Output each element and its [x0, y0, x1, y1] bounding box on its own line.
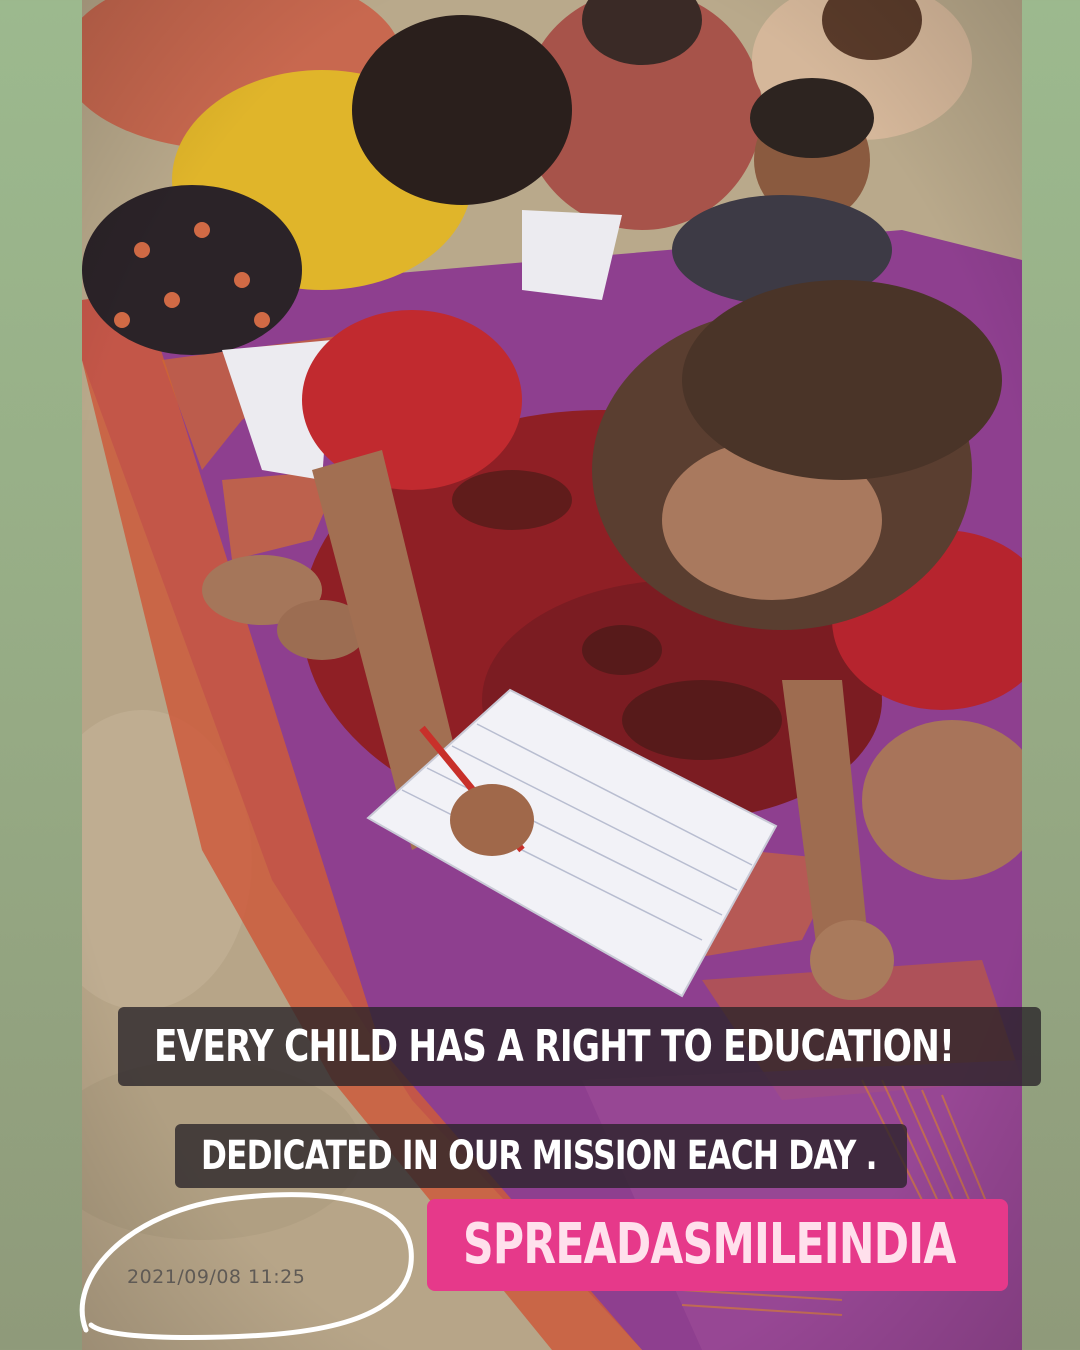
- hashtag-badge: SPREADASMILEINDIA: [427, 1199, 1008, 1291]
- headline-caption: EVERY CHILD HAS A RIGHT TO EDUCATION!: [118, 1007, 1041, 1086]
- hashtag-text: SPREADASMILEINDIA: [463, 1212, 956, 1277]
- subline-text: DEDICATED IN OUR MISSION EACH DAY .: [201, 1133, 878, 1179]
- headline-text: EVERY CHILD HAS A RIGHT TO EDUCATION!: [154, 1021, 955, 1072]
- photo-timestamp: 2021/09/08 11:25: [127, 1266, 306, 1288]
- subline-caption: DEDICATED IN OUR MISSION EACH DAY .: [175, 1124, 907, 1188]
